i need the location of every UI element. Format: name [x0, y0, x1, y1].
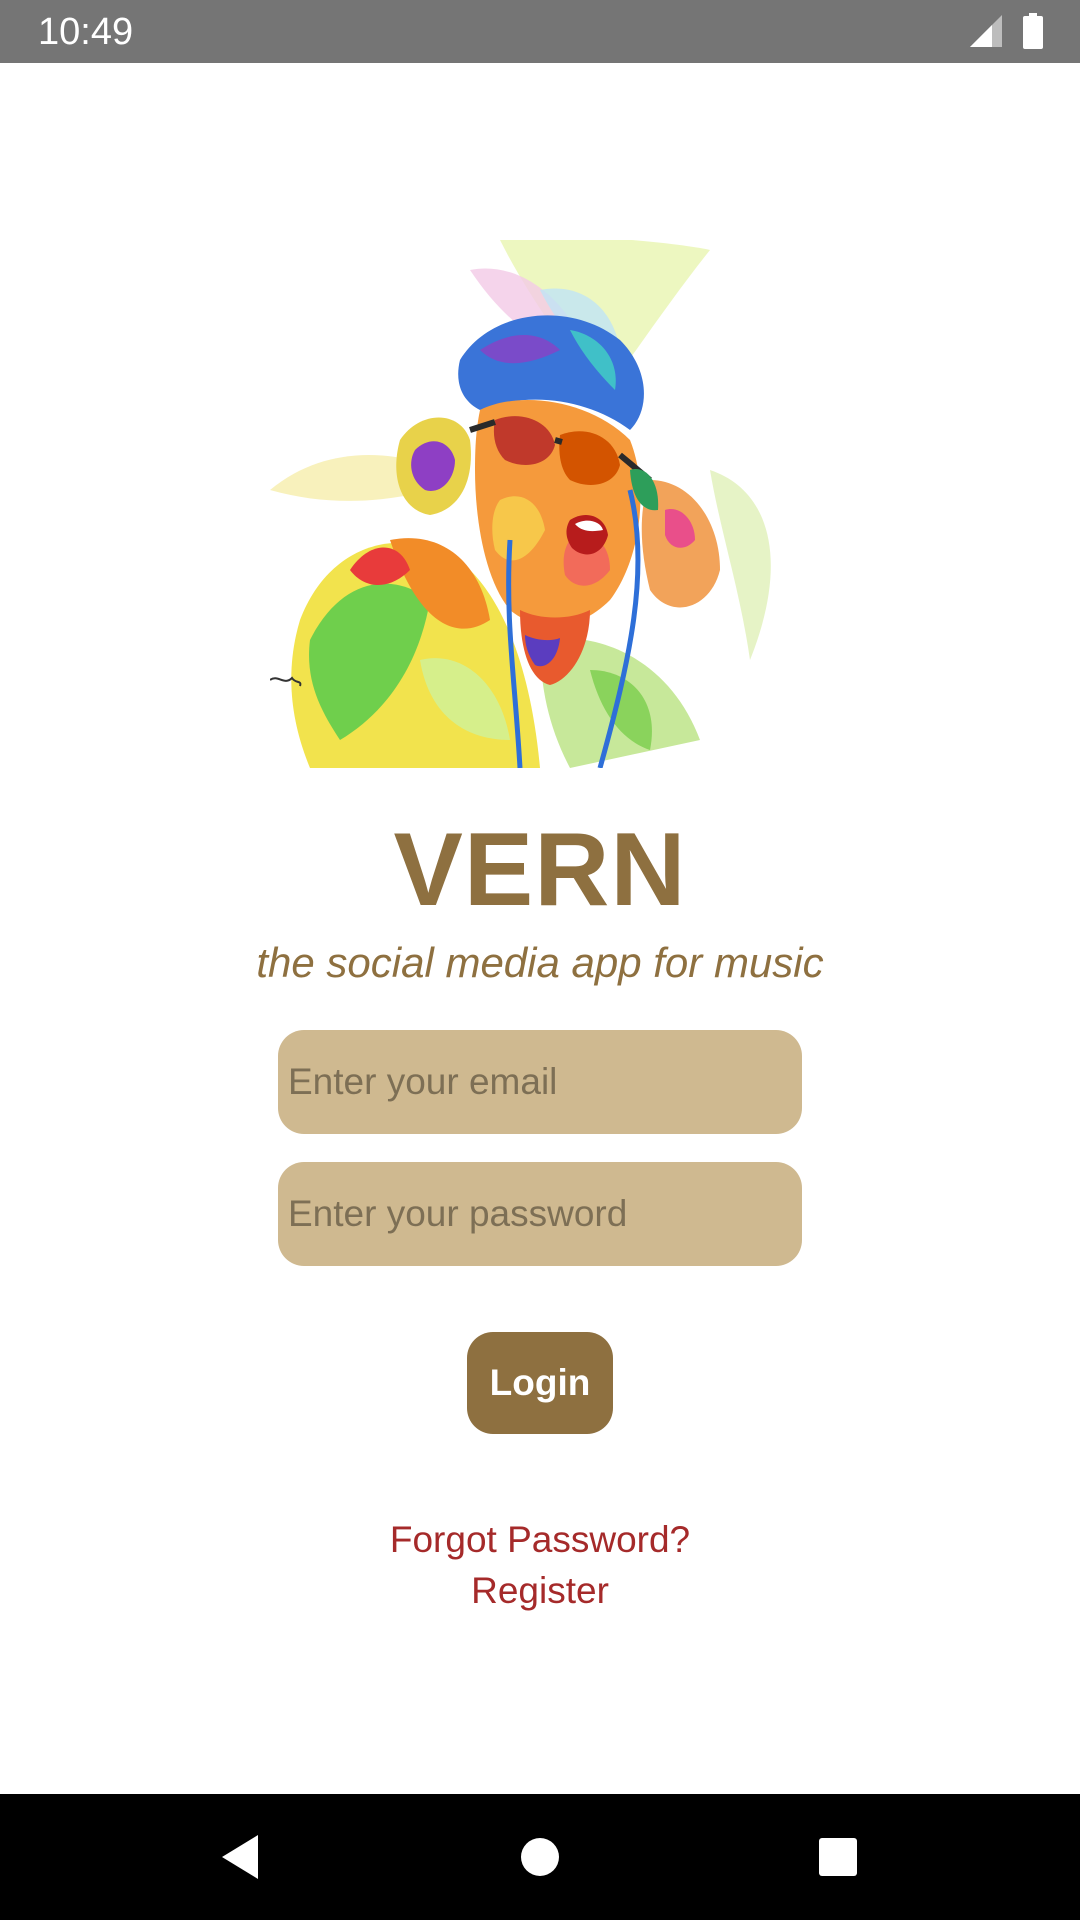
battery-icon: [1022, 13, 1044, 49]
status-icons: [970, 13, 1044, 49]
recent-apps-icon[interactable]: [806, 1825, 870, 1889]
email-field[interactable]: [278, 1030, 802, 1134]
forgot-password-link[interactable]: Forgot Password?: [0, 1515, 1080, 1565]
app-title: VERN: [393, 812, 687, 928]
register-link[interactable]: Register: [0, 1566, 1080, 1616]
login-screen: 10:49 VERN the social media app for musi…: [0, 0, 1080, 1920]
app-tagline: the social media app for music: [256, 939, 824, 986]
password-field[interactable]: [278, 1162, 802, 1266]
signal-icon: [970, 15, 1004, 47]
login-button[interactable]: Login: [467, 1332, 613, 1434]
status-bar: 10:49: [0, 0, 1080, 63]
back-icon[interactable]: [208, 1825, 272, 1889]
status-time: 10:49: [38, 11, 134, 53]
hero-illustration: [270, 240, 810, 768]
home-icon[interactable]: [508, 1825, 572, 1889]
navigation-bar: [0, 1794, 1080, 1920]
